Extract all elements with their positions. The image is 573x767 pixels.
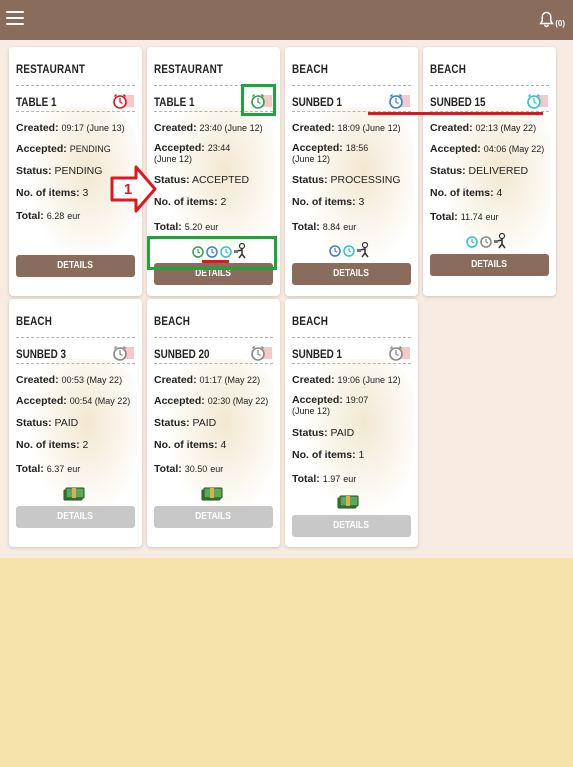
alarm-clock-icon — [480, 236, 492, 248]
alarm-clock-icon — [113, 93, 134, 109]
order-total: 5.20 — [184, 222, 203, 232]
created-time: 23:40 (June 12) — [199, 123, 263, 133]
step-number: 1 — [124, 181, 132, 198]
item-count: 4 — [496, 187, 503, 199]
order-status: PENDING — [54, 165, 103, 177]
order-category: RESTAURANT — [16, 64, 86, 76]
status-progress-icons — [465, 231, 509, 251]
alarm-clock-icon — [113, 345, 134, 361]
accepted-time: PENDING — [69, 144, 111, 154]
order-category: BEACH — [16, 316, 53, 328]
alarm-clock-icon — [329, 245, 341, 257]
bell-icon — [539, 11, 555, 28]
order-category: RESTAURANT — [154, 64, 224, 76]
order-table: SUNBED 1 — [292, 97, 343, 109]
order-table: TABLE 1 — [16, 97, 57, 109]
item-count: 4 — [220, 439, 227, 451]
order-category: BEACH — [292, 64, 329, 76]
item-count: 3 — [358, 196, 365, 208]
waiter-icon — [357, 241, 369, 258]
details-button[interactable]: DETAILS — [430, 254, 549, 276]
details-button[interactable]: DETAILS — [16, 255, 135, 277]
money-icon — [337, 495, 359, 509]
order-status: ACCEPTED — [191, 174, 250, 186]
item-count: 2 — [220, 196, 227, 208]
created-time: 02:13 (May 22) — [475, 123, 537, 133]
underline-annotation — [202, 260, 229, 263]
order-category: BEACH — [292, 316, 329, 328]
hamburger-menu-icon[interactable] — [6, 11, 24, 29]
order-total: 6.37 — [46, 464, 65, 474]
order-total: 11.74 — [460, 212, 483, 222]
order-table: TABLE 1 — [154, 97, 195, 109]
order-card: BEACH SUNBED 15 Created: 02:13 (May 22) … — [423, 47, 556, 296]
highlight-box-status-icons — [147, 236, 277, 270]
order-status: PAID — [54, 417, 79, 429]
accepted-time: 02:30 (May 22) — [207, 396, 269, 406]
order-category: BEACH — [154, 316, 191, 328]
created-time: 00:53 (May 22) — [61, 375, 123, 385]
status-progress-icons — [328, 240, 372, 260]
waiter-icon — [494, 232, 506, 249]
created-time: 09:17 (June 13) — [61, 123, 125, 133]
order-table: SUNBED 1 — [292, 349, 343, 361]
order-card: BEACH SUNBED 20 Created: 01:17 (May 22) … — [147, 299, 280, 547]
notifications-button[interactable]: (0) — [539, 11, 565, 28]
item-count: 1 — [358, 449, 365, 461]
alarm-clock-icon — [466, 236, 478, 248]
alarm-clock-icon — [527, 93, 548, 109]
money-icon — [201, 487, 223, 501]
order-status: PAID — [330, 427, 355, 439]
item-count: 2 — [82, 439, 89, 451]
order-table: SUNBED 3 — [16, 349, 67, 361]
highlight-box-clock — [241, 84, 276, 116]
alarm-clock-icon — [389, 93, 410, 109]
step-arrow-annotation: 1 — [110, 165, 157, 213]
order-total: 6.28 — [46, 211, 65, 221]
details-button[interactable]: DETAILS — [292, 263, 411, 285]
order-total: 8.84 — [322, 222, 341, 232]
underline-annotation — [368, 112, 543, 115]
alarm-clock-icon — [343, 245, 355, 257]
order-status: PAID — [192, 417, 217, 429]
order-table: SUNBED 15 — [430, 97, 486, 109]
accepted-time: 04:06 (May 22) — [483, 144, 545, 154]
notification-count: (0) — [555, 19, 565, 28]
top-bar: (0) — [0, 0, 573, 40]
details-button[interactable]: DETAILS — [292, 515, 411, 537]
item-count: 3 — [82, 187, 89, 199]
details-button[interactable]: DETAILS — [16, 506, 135, 528]
order-card: BEACH SUNBED 1 Created: 18:09 (June 12) … — [285, 47, 418, 296]
details-button[interactable]: DETAILS — [154, 506, 273, 528]
order-category: BEACH — [430, 64, 467, 76]
created-time: 01:17 (May 22) — [199, 375, 261, 385]
order-card: BEACH SUNBED 3 Created: 00:53 (May 22) A… — [9, 299, 142, 547]
order-card: BEACH SUNBED 1 Created: 19:06 (June 12) … — [285, 299, 418, 547]
created-time: 18:09 (June 12) — [337, 123, 401, 133]
order-status: DELIVERED — [468, 165, 529, 177]
order-total: 30.50 — [184, 464, 208, 474]
order-total: 1.97 — [322, 474, 341, 484]
created-time: 19:06 (June 12) — [337, 375, 401, 385]
alarm-clock-icon — [251, 345, 272, 361]
alarm-clock-icon — [389, 345, 410, 361]
accepted-time: 00:54 (May 22) — [69, 396, 131, 406]
money-icon — [63, 487, 85, 501]
order-table: SUNBED 20 — [154, 349, 210, 361]
order-status: PROCESSING — [330, 174, 401, 186]
